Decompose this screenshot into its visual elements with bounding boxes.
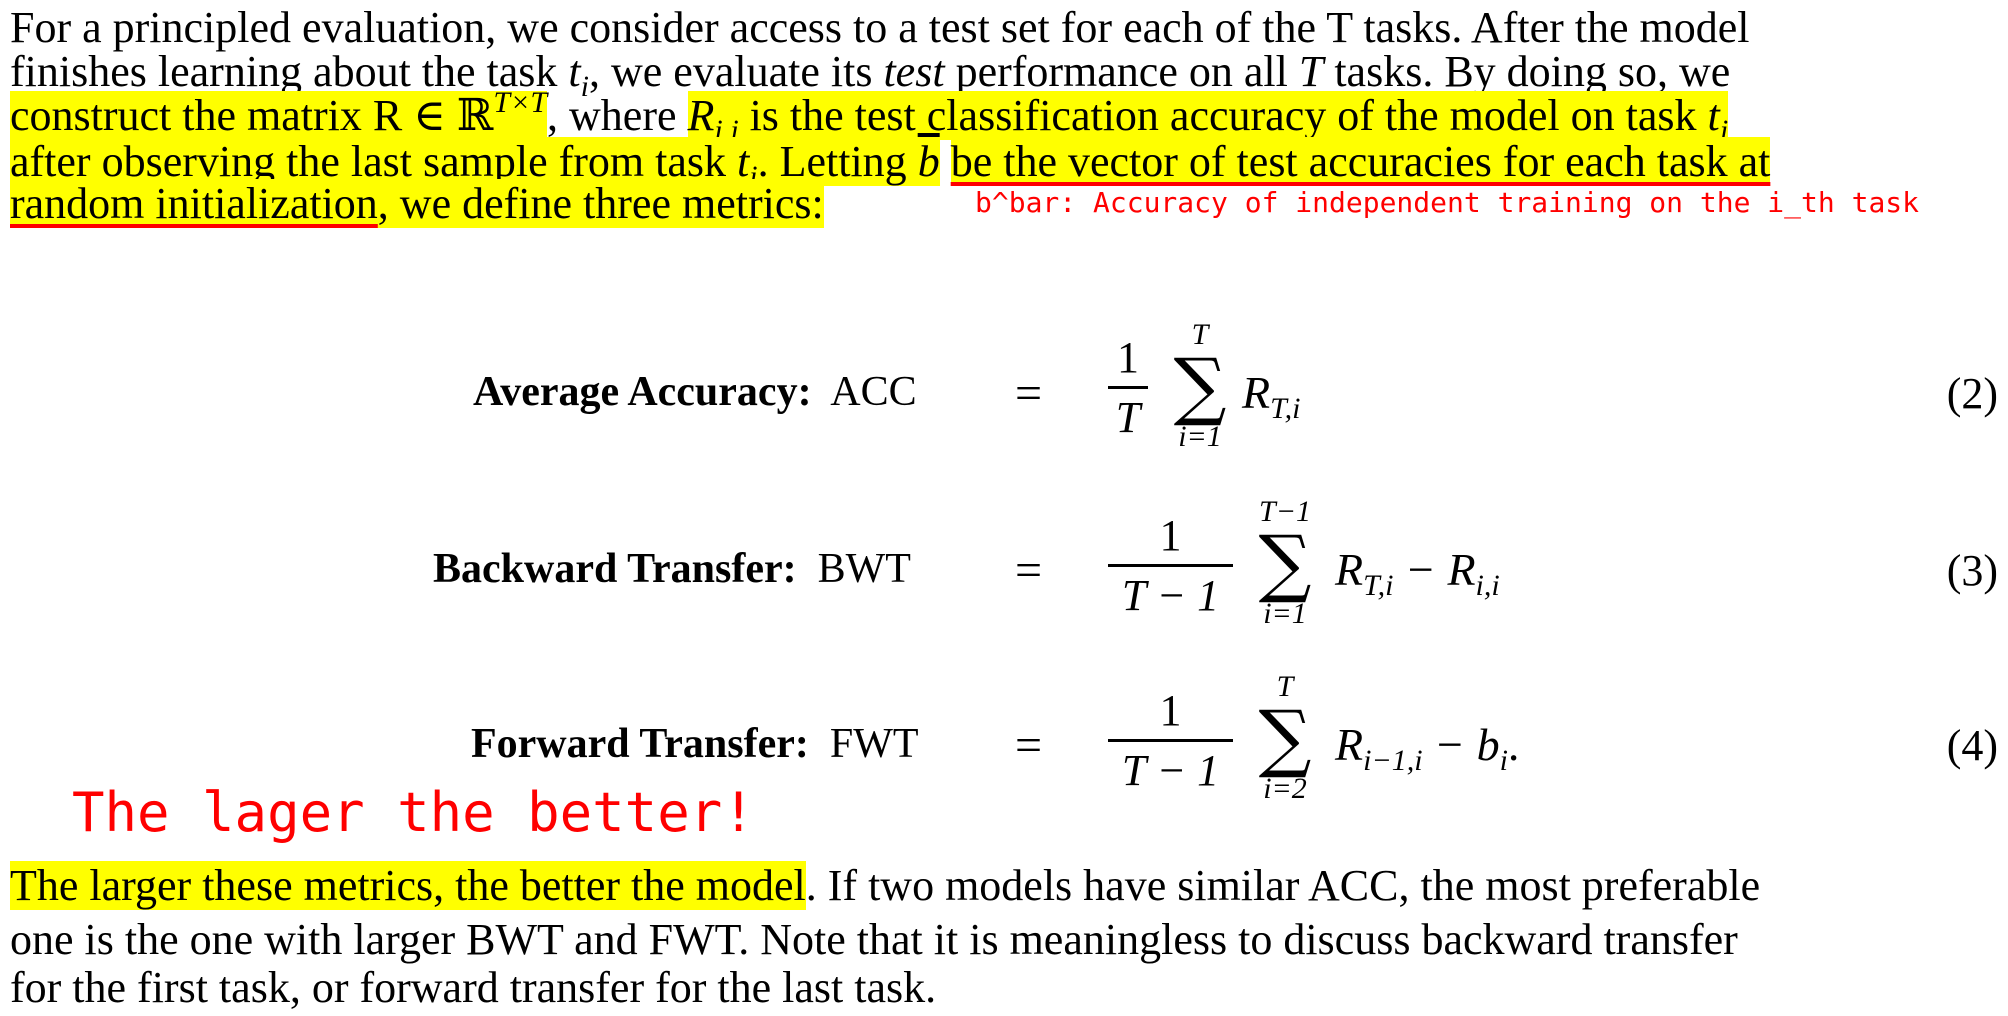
text-segment: , where [547,91,688,140]
sum-fwt: T ∑ i=2 [1258,670,1312,805]
expression-bwt: RT,i − Ri,i [1335,544,1500,602]
highlight-three-metrics: , we define three metrics: [377,179,824,228]
paragraph2-line-1: The larger these metrics, the better the… [10,858,1760,914]
annotation-bbar: b^bar: Accuracy of independent training … [975,186,1920,219]
equation-label-bwt: Backward Transfer: BWT [433,546,911,592]
fraction-bwt: 1T − 1 [1108,508,1233,625]
paragraph-line-5: random initialization, we define three m… [10,176,824,232]
equals-sign: = [1015,367,1043,420]
fraction-fwt: 1T − 1 [1108,683,1233,800]
highlight-matrix: construct the matrix R ∈ ℝT×T [10,86,548,140]
equation-number-2: (2) [1946,369,1998,418]
highlight-larger-metrics: The larger these metrics, the better the… [10,861,806,910]
fraction-acc: 1T [1108,330,1148,447]
highlight-Rij: Ri,j is the test classification accuracy… [687,91,1729,147]
expression-fwt: Ri−1,i − bi. [1335,719,1520,777]
equation-number-3: (3) [1946,546,1998,595]
expression-acc: RT,i [1242,367,1301,425]
underlined-vector-definition: be the vector of test accuracies for eac… [950,137,1771,186]
text-segment: . If two models have similar ACC, the mo… [805,861,1761,910]
equation-number-4: (4) [1946,721,1998,770]
equals-sign: = [1015,719,1043,772]
equals-sign: = [1015,544,1043,597]
sum-bwt: T−1 ∑ i=1 [1258,495,1312,630]
equation-label-acc: Average Accuracy: ACC [473,369,917,415]
sum-acc: T ∑ i=1 [1173,318,1227,453]
paragraph2-line-3: for the first task, or forward transfer … [10,963,937,1012]
annotation-lager-better: The lager the better! [72,781,755,844]
equation-label-fwt: Forward Transfer: FWT [471,721,919,767]
underlined-random-init: random initialization [10,179,378,228]
